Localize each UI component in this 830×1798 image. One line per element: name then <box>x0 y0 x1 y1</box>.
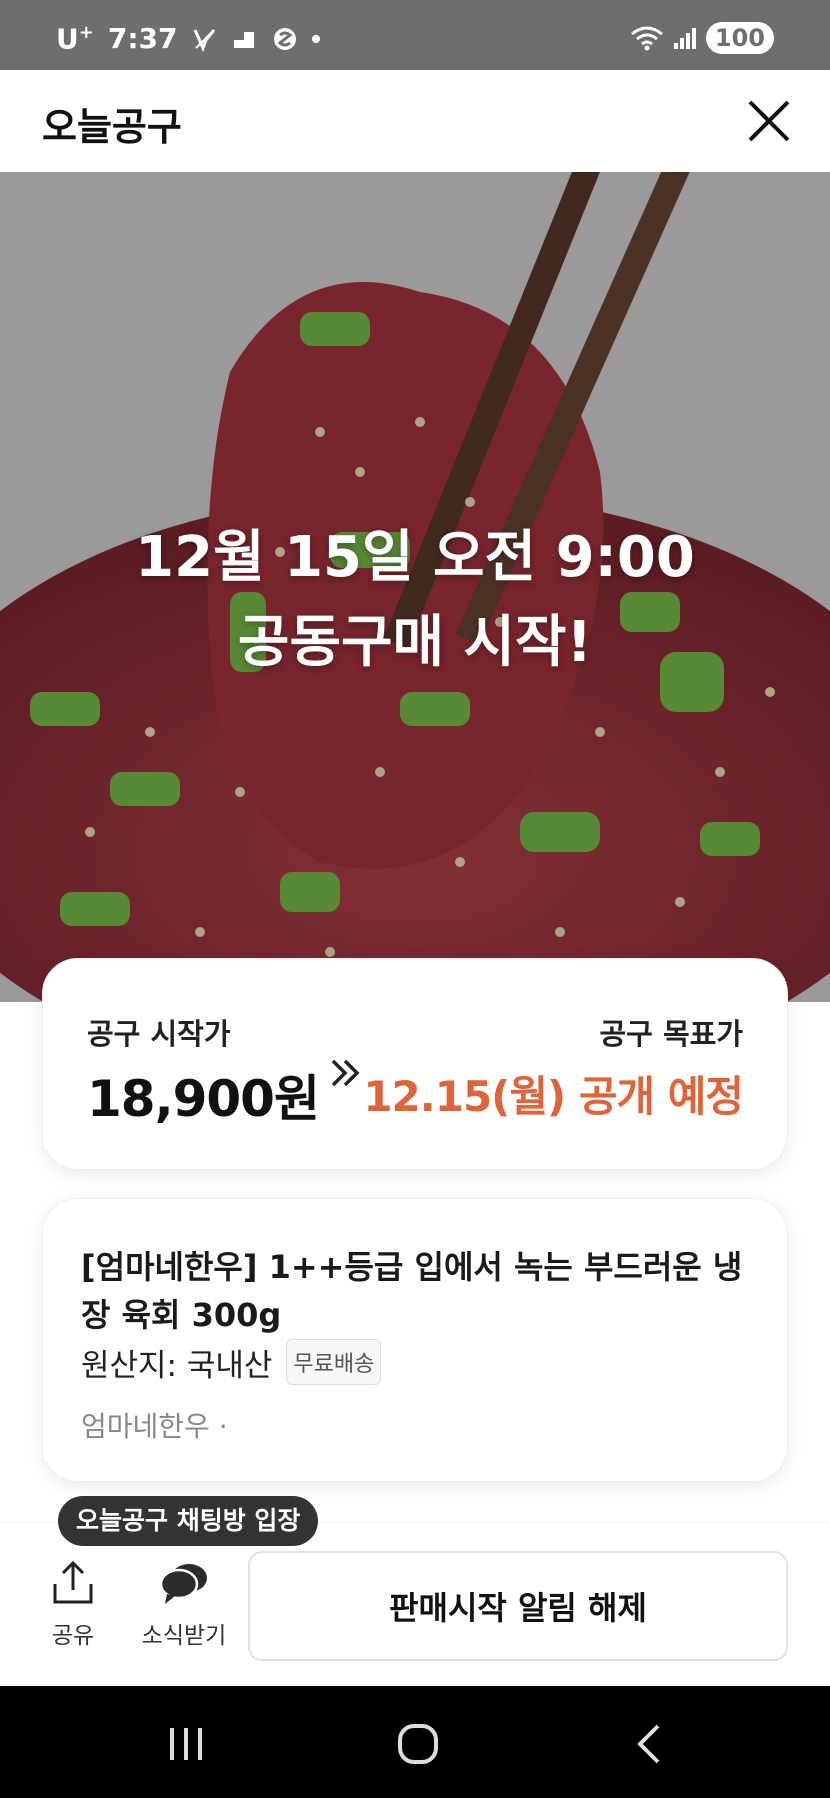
start-price: 18,900원 <box>87 1070 320 1128</box>
share-icon <box>53 1560 93 1604</box>
home-icon[interactable] <box>388 1714 448 1774</box>
price-card: 공구 시작가 18,900원 공구 목표가 12.15(월) 공개 예정 <box>42 958 788 1170</box>
battery-indicator: 100 <box>705 22 774 54</box>
page-title: 오늘공구 <box>42 105 182 149</box>
chatroom-tooltip[interactable]: 오늘공구 채팅방 입장 <box>58 1496 319 1546</box>
origin-text: 원산지: 국내산 <box>81 1347 273 1384</box>
hero-banner: 12월 15일 오전 9:00 공동구매 시작! <box>0 172 830 1002</box>
app-icon <box>273 27 296 50</box>
system-nav-bar <box>0 1686 830 1798</box>
data-icon <box>233 31 254 48</box>
origin-row: 원산지: 국내산 무료배송 <box>81 1339 382 1385</box>
notification-dot <box>311 34 320 43</box>
target-price-label: 공구 목표가 <box>599 1017 744 1051</box>
carrier: U+ <box>56 22 94 56</box>
subscribe-news-button[interactable]: 소식받기 <box>136 1560 232 1656</box>
no-sync-icon <box>193 28 215 52</box>
share-label: 공유 <box>51 1623 95 1649</box>
double-chevron-right-icon <box>331 1059 360 1087</box>
product-name: [엄마네한우] 1++등급 입에서 녹는 부드러운 냉장 육회 300g <box>81 1248 743 1334</box>
clock: 7:37 <box>107 22 178 56</box>
target-price-value: 12.15(월) 공개 예정 <box>363 1072 744 1121</box>
product-card[interactable]: [엄마네한우] 1++등급 입에서 녹는 부드러운 냉장 육회 300g 원산지… <box>42 1198 788 1482</box>
app-header: 오늘공구 <box>0 70 830 172</box>
hero-date: 12월 15일 오전 9:00 <box>135 525 695 590</box>
chat-bubbles-icon <box>159 1564 207 1604</box>
status-bar: U+ 7:37 100 <box>0 0 830 70</box>
free-shipping-badge: 무료배송 <box>286 1339 382 1385</box>
share-button[interactable]: 공유 <box>36 1560 110 1656</box>
seller-name[interactable]: 엄마네한우 · <box>81 1405 228 1445</box>
close-icon[interactable] <box>744 96 794 146</box>
recent-apps-icon[interactable] <box>156 1714 216 1774</box>
back-icon[interactable] <box>620 1714 680 1774</box>
start-price-label: 공구 시작가 <box>87 1017 231 1051</box>
status-right: 100 <box>630 22 774 54</box>
wifi-icon <box>630 26 663 51</box>
news-label: 소식받기 <box>141 1623 227 1649</box>
unsubscribe-alert-button[interactable]: 판매시작 알림 해제 <box>248 1551 788 1661</box>
signal-icon <box>673 28 696 49</box>
status-left: U+ 7:37 <box>56 22 320 55</box>
hero-headline: 공동구매 시작! <box>237 610 593 675</box>
